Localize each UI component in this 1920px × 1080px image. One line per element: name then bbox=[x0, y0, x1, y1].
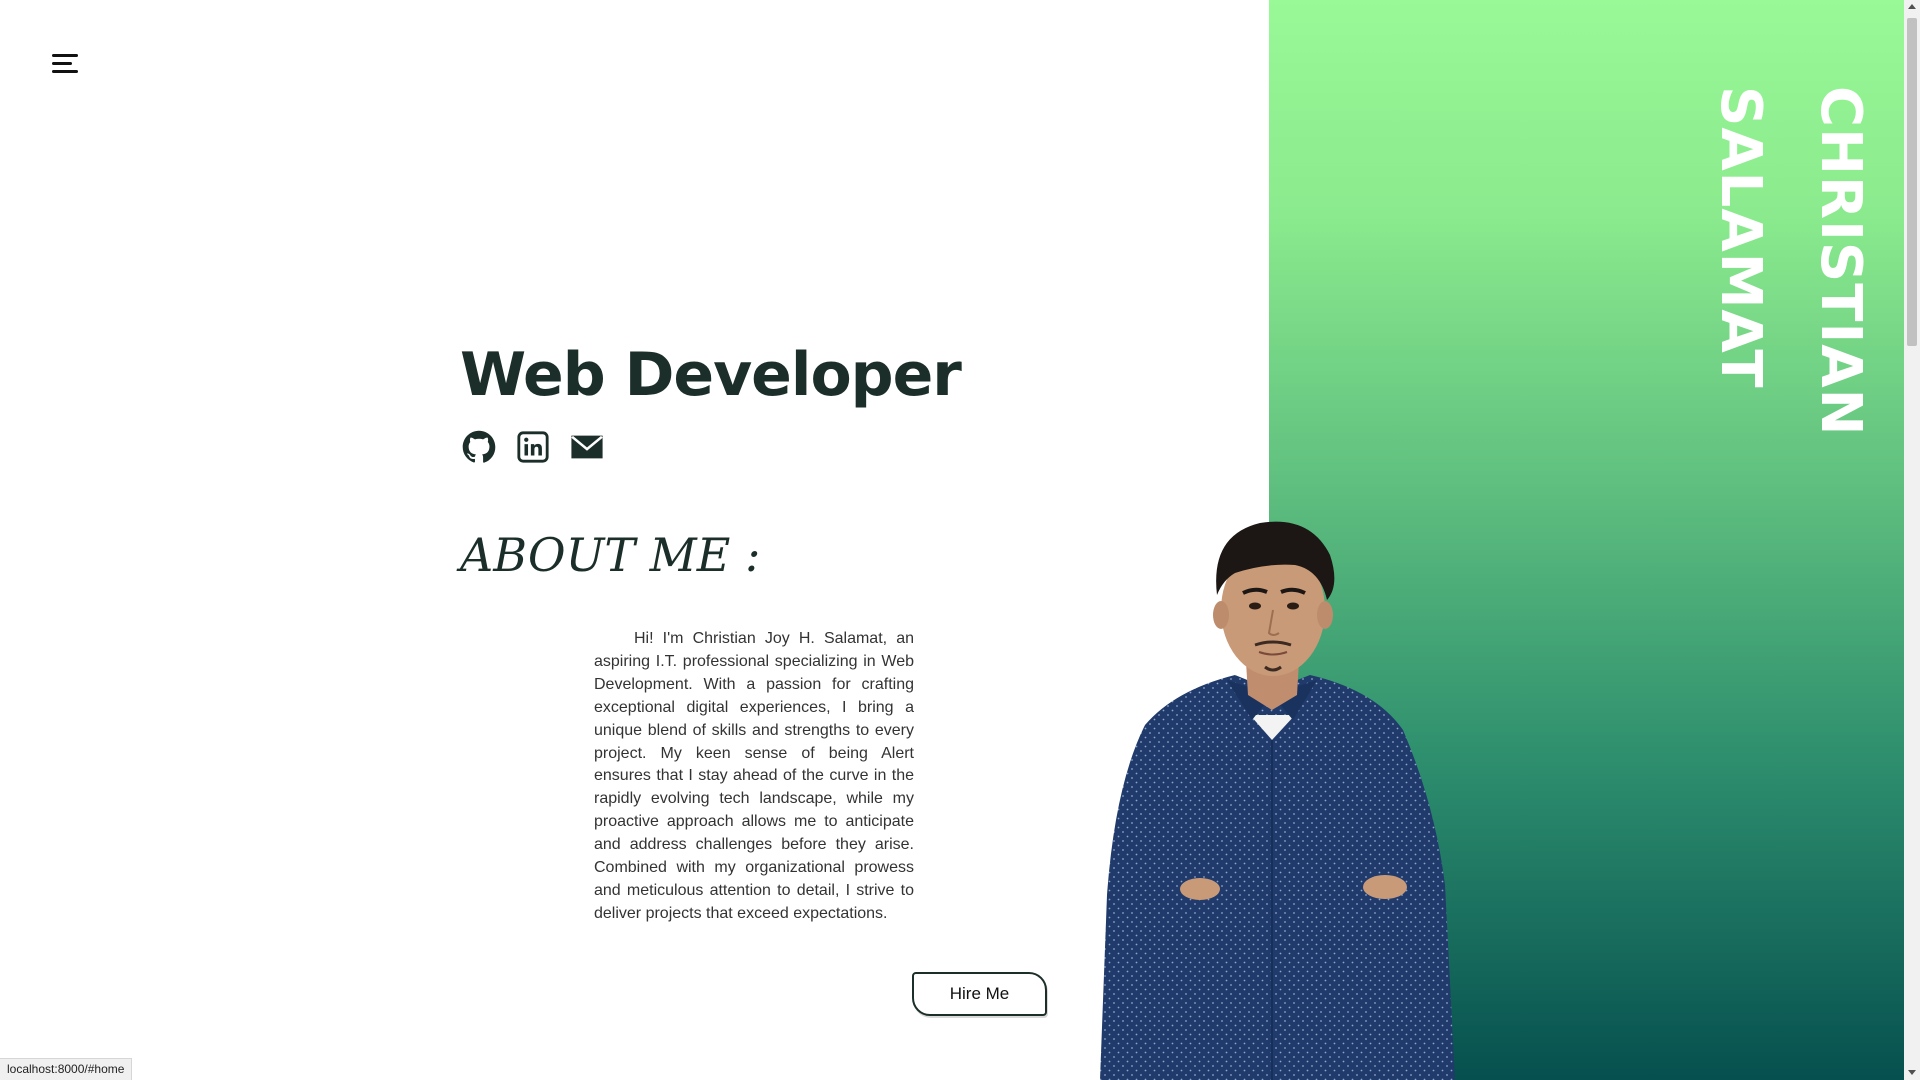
profile-photo bbox=[1085, 515, 1460, 1080]
linkedin-icon bbox=[517, 431, 549, 463]
hire-me-button[interactable]: Hire Me bbox=[912, 972, 1047, 1016]
scroll-down-arrow-icon[interactable] bbox=[1908, 1070, 1916, 1075]
about-me-heading: ABOUT ME : bbox=[460, 528, 761, 582]
social-links bbox=[462, 430, 604, 464]
mail-icon bbox=[571, 435, 603, 459]
link-status-bar: localhost:8000/#home bbox=[0, 1058, 133, 1080]
linkedin-link[interactable] bbox=[516, 430, 550, 464]
scroll-up-arrow-icon[interactable] bbox=[1908, 4, 1916, 9]
hamburger-menu-icon[interactable] bbox=[52, 52, 78, 76]
vertical-name-text: CHRISTIAN SALAMAT bbox=[1708, 86, 1873, 437]
scrollbar-thumb[interactable] bbox=[1907, 18, 1917, 346]
portfolio-page: CHRISTIAN SALAMAT Web Developer ABOUT ME… bbox=[0, 0, 1920, 1080]
person-portrait-illustration bbox=[1100, 521, 1455, 1080]
about-me-paragraph: Hi! I'm Christian Joy H. Salamat, an asp… bbox=[594, 630, 914, 922]
email-link[interactable] bbox=[570, 430, 604, 464]
page-headline: Web Developer bbox=[460, 340, 962, 410]
github-icon bbox=[462, 430, 496, 463]
page-scrollbar[interactable] bbox=[1904, 0, 1920, 1080]
github-link[interactable] bbox=[462, 430, 496, 464]
